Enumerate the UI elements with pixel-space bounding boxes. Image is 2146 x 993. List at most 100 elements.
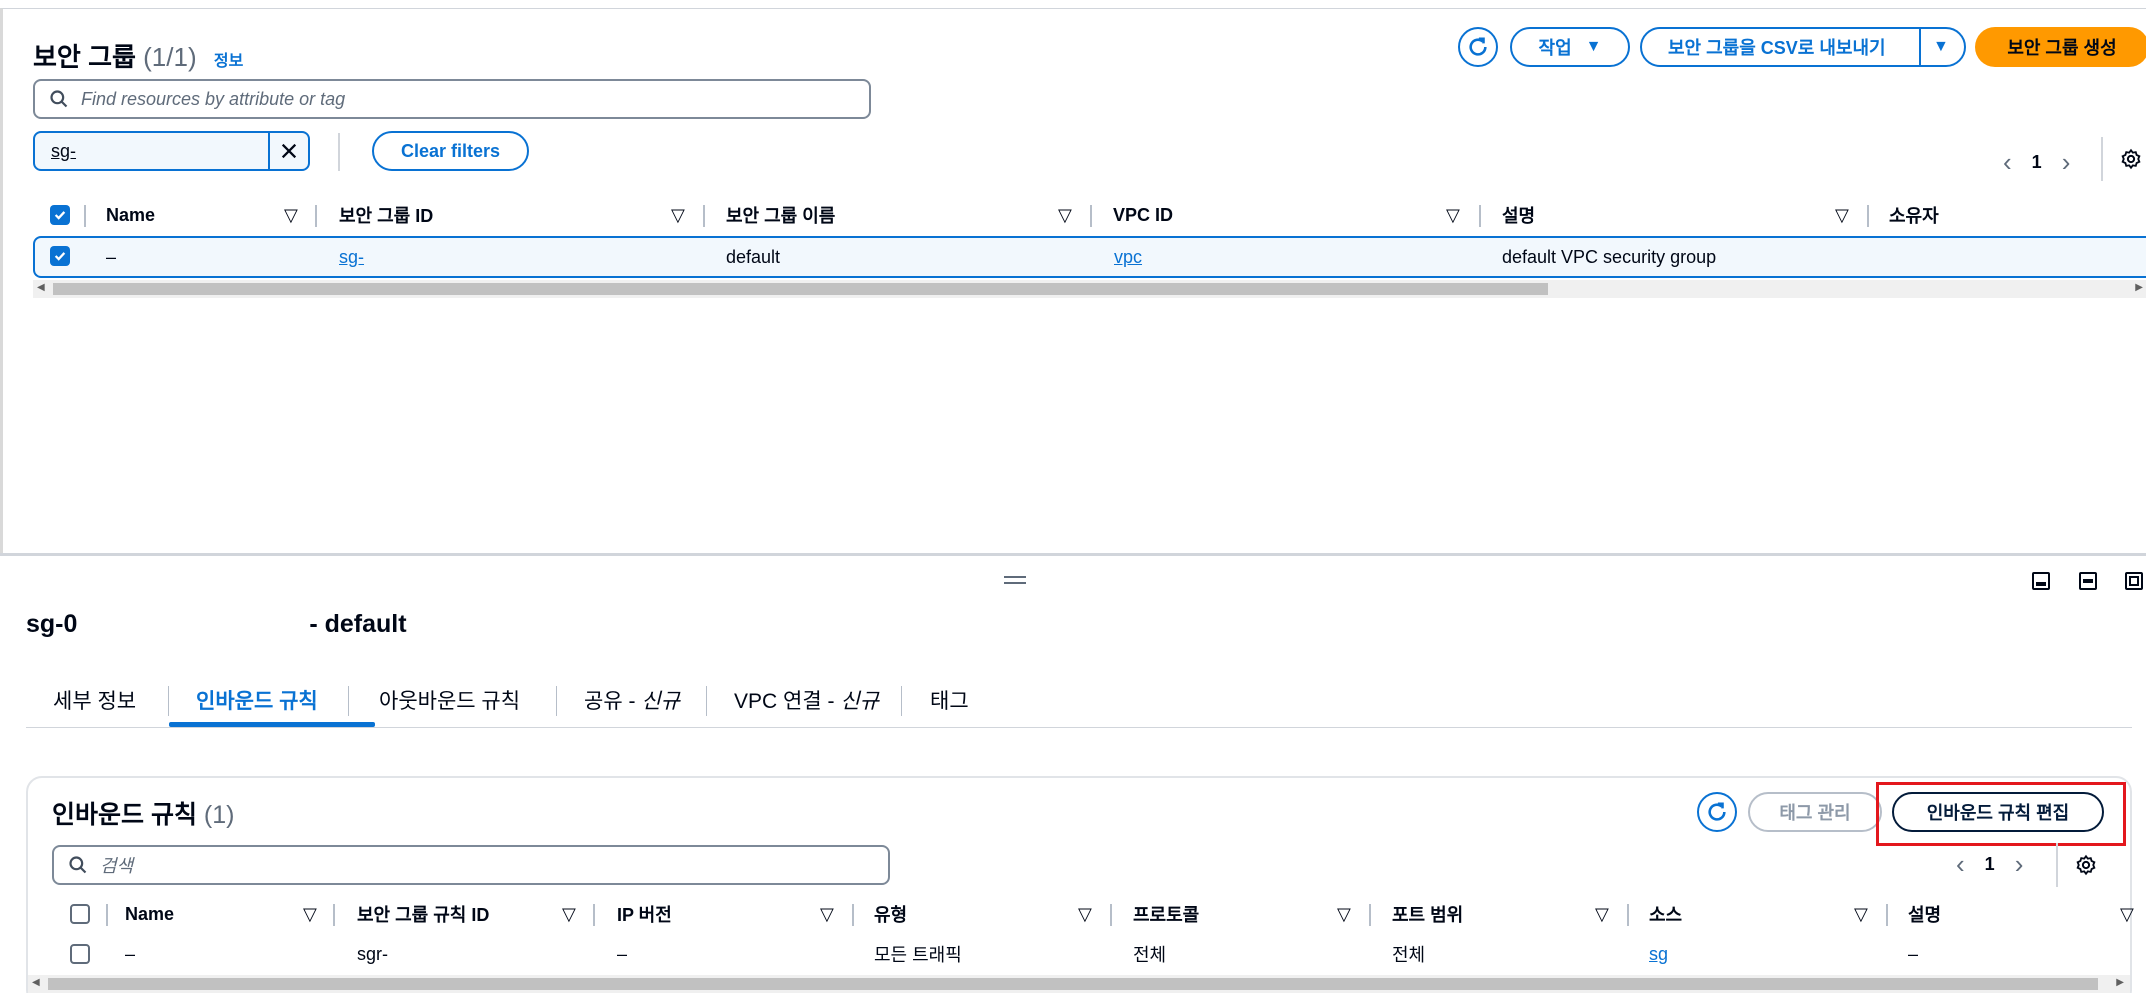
filter-divider [338,133,340,171]
chevron-right-icon[interactable]: › [2062,147,2071,178]
settings-button[interactable] [2120,148,2142,175]
export-csv-button[interactable]: 보안 그룹을 CSV로 내보내기 ▼ [1640,27,1966,67]
sort-icon[interactable]: ▽ [284,197,298,233]
scroll-left-icon[interactable]: ◀ [32,977,40,988]
actions-label: 작업 [1538,38,1572,58]
tab-inbound-rules[interactable]: 인바운드 규칙 [196,672,318,728]
filter-chip[interactable]: sg- [33,131,310,171]
select-all-checkbox[interactable] [50,205,70,225]
horizontal-scrollbar[interactable]: ◀ ▶ [33,280,2146,298]
column-header-owner[interactable]: 소유자 [1889,197,1939,233]
active-tab-indicator [169,722,375,727]
row-checkbox[interactable] [70,944,90,964]
table-row[interactable]: – sgr- – 모든 트래픽 전체 전체 sg – [52,937,2132,971]
clear-filters-button[interactable]: Clear filters [372,131,529,171]
sort-icon[interactable]: ▽ [562,896,576,932]
tab-details[interactable]: 세부 정보 [53,672,136,728]
sort-icon[interactable]: ▽ [1446,197,1460,233]
scroll-right-icon[interactable]: ▶ [2116,977,2124,988]
chevron-right-icon[interactable]: › [2015,849,2024,880]
tab-vpc-association[interactable]: VPC 연결 - 신규 [734,672,879,728]
row-checkbox[interactable] [50,246,70,266]
row-sg-name: default [726,246,781,267]
column-divider [703,205,705,227]
horizontal-scrollbar[interactable]: ◀ ▶ [28,975,2130,993]
check-icon [54,211,66,220]
panel-divider[interactable] [0,553,2146,556]
row-port-range: 전체 [1392,945,1426,965]
inbound-settings-button[interactable] [2075,854,2097,881]
inbound-pagination: ‹ 1 › [1946,849,2033,880]
sort-icon[interactable]: ▽ [1854,896,1868,932]
tab-tags[interactable]: 태그 [930,672,969,728]
chevron-left-icon[interactable]: ‹ [1956,849,1965,880]
row-vpc-id-link[interactable]: vpc [1114,238,1142,276]
sort-icon[interactable]: ▽ [1058,197,1072,233]
page-number[interactable]: 1 [1985,854,1995,875]
page-title-text: 보안 그룹 [33,42,136,72]
tab-divider [901,686,902,716]
manage-tags-button[interactable]: 태그 관리 [1748,792,1882,832]
remove-filter-button[interactable] [270,133,308,169]
sort-icon[interactable]: ▽ [1078,896,1092,932]
row-source-link[interactable]: sg [1649,937,1668,971]
sort-icon[interactable]: ▽ [820,896,834,932]
column-divider [106,904,108,926]
gear-icon [2121,148,2141,170]
search-placeholder: 검색 [100,856,134,876]
tab-label: 아웃바운드 규칙 [379,690,521,713]
column-header-ip-version[interactable]: IP 버전 [617,896,672,932]
view-full-panel-icon[interactable] [2125,572,2143,590]
sort-icon[interactable]: ▽ [303,896,317,932]
scroll-right-icon[interactable]: ▶ [2135,282,2143,293]
refresh-button[interactable] [1458,27,1498,67]
column-label: 포트 범위 [1392,905,1464,925]
column-divider [84,205,86,227]
pager-divider [2056,843,2058,887]
row-sg-id-link[interactable]: sg- [339,238,364,276]
column-header-type[interactable]: 유형 [874,896,907,932]
chevron-left-icon[interactable]: ‹ [2003,147,2012,178]
tab-sharing[interactable]: 공유 - 신규 [584,672,680,728]
info-link[interactable]: 정보 [214,53,243,70]
column-header-description[interactable]: 설명 [1908,896,1941,932]
column-label: 보안 그룹 규칙 ID [357,905,490,925]
scrollbar-thumb[interactable] [53,283,1548,295]
column-header-source[interactable]: 소스 [1649,896,1682,932]
sort-icon[interactable]: ▽ [671,197,685,233]
column-header-vpc-id[interactable]: VPC ID [1113,197,1173,233]
scroll-left-icon[interactable]: ◀ [37,282,45,293]
actions-button[interactable]: 작업 ▼ [1510,27,1630,67]
column-divider [1090,205,1092,227]
search-input[interactable]: Find resources by attribute or tag [33,79,871,119]
column-header-name[interactable]: Name [106,197,155,233]
sort-icon[interactable]: ▽ [1595,896,1609,932]
column-header-rule-id[interactable]: 보안 그룹 규칙 ID [357,896,489,932]
column-header-name[interactable]: Name [125,896,174,932]
view-split-panel-icon[interactable] [2079,572,2097,590]
inbound-refresh-button[interactable] [1697,792,1737,832]
column-header-description[interactable]: 설명 [1502,197,1535,233]
sort-icon[interactable]: ▽ [2120,896,2134,932]
column-header-sg-id[interactable]: 보안 그룹 ID [339,197,433,233]
table-row[interactable]: – sg- default vpc default VPC security g… [33,236,2146,278]
select-all-checkbox[interactable] [70,904,90,924]
view-bottom-panel-icon[interactable] [2032,572,2050,590]
create-security-group-button[interactable]: 보안 그룹 생성 [1975,27,2146,67]
column-label: Name [125,903,175,924]
drag-handle-icon[interactable] [1004,576,1026,584]
tab-outbound-rules[interactable]: 아웃바운드 규칙 [379,672,520,728]
row-protocol: 전체 [1133,945,1167,965]
refresh-icon [1469,37,1487,56]
column-header-port-range[interactable]: 포트 범위 [1392,896,1463,932]
sort-icon[interactable]: ▽ [1337,896,1351,932]
caret-down-icon[interactable]: ▼ [1933,38,1949,56]
column-header-protocol[interactable]: 프로토콜 [1133,896,1199,932]
scrollbar-thumb[interactable] [48,978,2098,990]
sort-icon[interactable]: ▽ [1835,197,1849,233]
inbound-search-input[interactable]: 검색 [52,845,890,885]
inbound-rules-count: (1) [203,801,235,829]
column-header-sg-name[interactable]: 보안 그룹 이름 [726,197,835,233]
column-divider [333,904,335,926]
page-number[interactable]: 1 [2032,152,2042,173]
